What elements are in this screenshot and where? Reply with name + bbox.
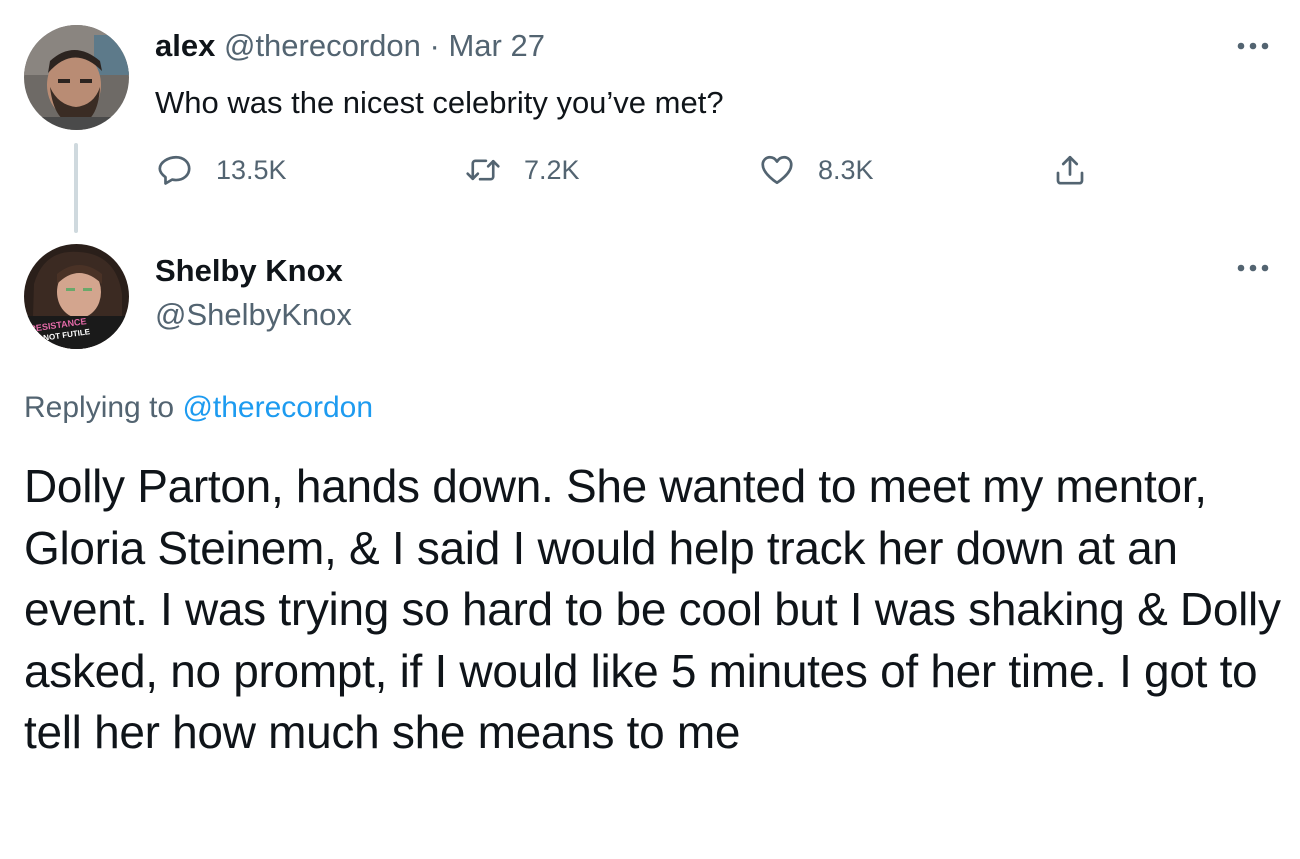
more-options-icon[interactable] xyxy=(1232,258,1276,278)
parent-handle[interactable]: @therecordon xyxy=(224,28,421,63)
speech-bubble-icon xyxy=(158,152,194,188)
avatar-alex[interactable] xyxy=(24,25,129,130)
replying-to-label: Replying to xyxy=(24,391,175,424)
tweet-thread: alex @therecordon · Mar 27 Who was the n… xyxy=(0,0,1300,859)
share-button[interactable] xyxy=(1052,148,1088,192)
share-upload-icon xyxy=(1052,151,1088,189)
parent-date[interactable]: Mar 27 xyxy=(448,28,544,63)
reply-handle[interactable]: @ShelbyKnox xyxy=(155,295,352,335)
parent-tweet-text: Who was the nicest celebrity you’ve met? xyxy=(155,85,724,120)
like-button[interactable]: 8.3K xyxy=(758,148,874,192)
more-options-icon[interactable] xyxy=(1232,36,1276,56)
parent-display-name[interactable]: alex xyxy=(155,28,215,63)
reply-button[interactable]: 13.5K xyxy=(158,148,287,192)
replying-to-mention-link[interactable]: @therecordon xyxy=(182,391,373,424)
parent-tweet-header: alex @therecordon · Mar 27 xyxy=(155,26,545,66)
retweet-count: 7.2K xyxy=(524,154,580,185)
reply-tweet-text: Dolly Parton, hands down. She wanted to … xyxy=(24,460,1281,758)
avatar-shelby[interactable]: RESISTANCE IS NOT FUTILE xyxy=(24,244,129,349)
retweet-button[interactable]: 7.2K xyxy=(464,148,580,192)
reply-display-name[interactable]: Shelby Knox xyxy=(155,251,343,291)
heart-icon xyxy=(758,152,796,188)
reply-count: 13.5K xyxy=(216,154,287,185)
replying-to-line: Replying to @therecordon xyxy=(24,388,373,428)
header-separator: · xyxy=(429,28,440,63)
retweet-arrows-icon xyxy=(464,152,502,188)
like-count: 8.3K xyxy=(818,154,874,185)
thread-connector-line xyxy=(74,143,78,233)
